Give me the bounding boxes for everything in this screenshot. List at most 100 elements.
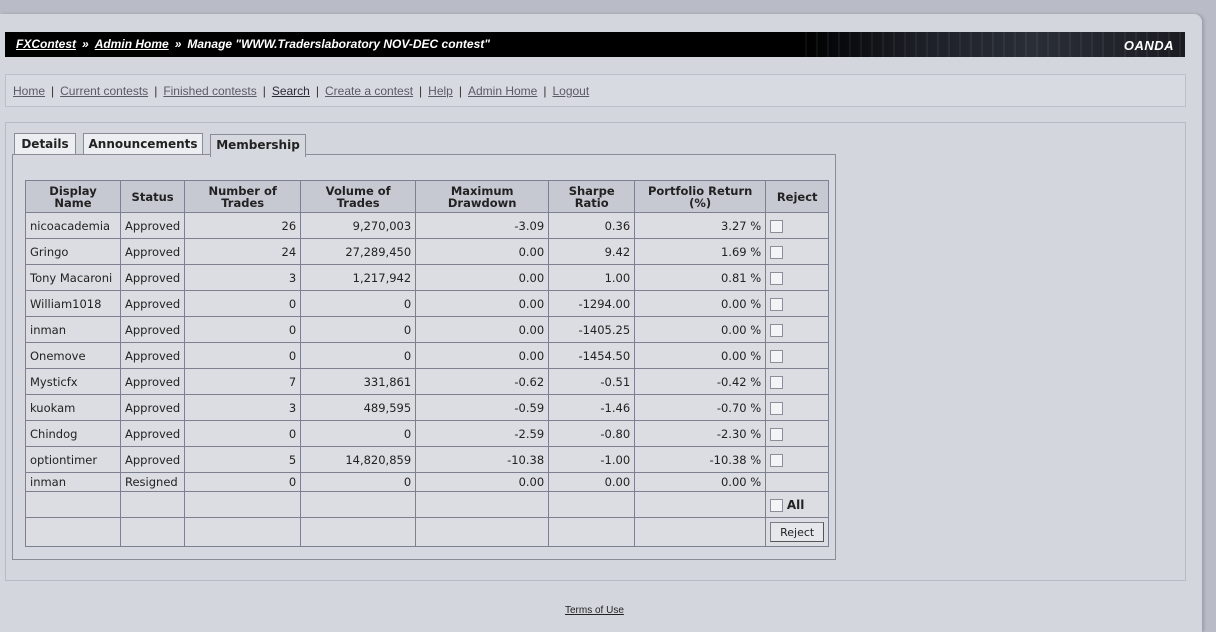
breadcrumb: FXContest » Admin Home » Manage "WWW.Traders… — [16, 37, 490, 51]
table-row: Mysticfx Approved 7 331,861 -0.62 -0.51 -0.42 … — [25, 368, 830, 395]
tab-announcements[interactable]: Announcements — [83, 133, 203, 154]
table-row: Gringo Approved 24 27,289,450 0.00 9.42 1.69 % — [25, 238, 830, 265]
nav-home-link[interactable]: Home — [13, 84, 45, 98]
cell-portfolio-return: -2.30 % — [634, 420, 767, 447]
select-all-cell: All — [765, 491, 830, 518]
cell-reject — [765, 264, 830, 291]
cell-portfolio-return: -10.38 % — [634, 446, 767, 473]
cell-status: Approved — [119, 420, 186, 447]
cell-maximum-drawdown: 0.00 — [415, 472, 550, 492]
breadcrumb-separator: » — [82, 37, 89, 51]
reject-checkbox[interactable] — [770, 297, 784, 311]
nav-search-link[interactable]: Search — [272, 84, 310, 98]
reject-checkbox[interactable] — [770, 375, 784, 389]
nav-separator: | — [419, 84, 423, 98]
cell-sharpe-ratio: -1.46 — [548, 394, 636, 421]
cell-reject — [765, 212, 830, 239]
cell-volume-of-trades: 489,595 — [300, 394, 417, 421]
cell-portfolio-return: 3.27 % — [634, 212, 767, 239]
column-header-display-name: Display Name — [25, 180, 121, 213]
cell-portfolio-return: 0.81 % — [634, 264, 767, 291]
cell-maximum-drawdown: -2.59 — [415, 420, 550, 447]
cell-number-of-trades: 0 — [184, 342, 302, 369]
reject-checkbox[interactable] — [770, 453, 784, 467]
reject-checkbox[interactable] — [770, 349, 784, 363]
cell-status: Approved — [119, 316, 186, 343]
nav-logout-link[interactable]: Logout — [552, 84, 589, 98]
cell-display-name: inman — [25, 472, 121, 492]
reject-checkbox[interactable] — [770, 271, 784, 285]
cell-volume-of-trades: 0 — [300, 316, 417, 343]
select-all-checkbox[interactable] — [770, 498, 784, 512]
cell-status: Approved — [119, 264, 186, 291]
cell-sharpe-ratio: 1.00 — [548, 264, 636, 291]
cell-number-of-trades: 24 — [184, 238, 302, 265]
cell-status: Approved — [119, 342, 186, 369]
reject-button[interactable]: Reject — [770, 522, 825, 542]
cell-maximum-drawdown: 0.00 — [415, 238, 550, 265]
nav-separator: | — [154, 84, 158, 98]
cell-volume-of-trades: 0 — [300, 420, 417, 447]
table-row: Tony Macaroni Approved 3 1,217,942 0.00 1.00 0… — [25, 264, 830, 291]
table-row: nicoacademia Approved 26 9,270,003 -3.09 0.36… — [25, 212, 830, 239]
table-row: optiontimer Approved 5 14,820,859 -10.38 -1.0… — [25, 446, 830, 473]
cell-display-name: Mysticfx — [25, 368, 121, 395]
table-row: inman Approved 0 0 0.00 -1405.25 0.00 % — [25, 316, 830, 343]
cell-sharpe-ratio: -1405.25 — [548, 316, 636, 343]
cell-sharpe-ratio: -1.00 — [548, 446, 636, 473]
cell-volume-of-trades: 0 — [300, 342, 417, 369]
cell-number-of-trades: 26 — [184, 212, 302, 239]
cell-number-of-trades: 0 — [184, 472, 302, 492]
cell-number-of-trades: 5 — [184, 446, 302, 473]
cell-reject — [765, 316, 830, 343]
select-all-label: All — [786, 497, 805, 512]
cell-number-of-trades: 3 — [184, 264, 302, 291]
breadcrumb-fxcontest-link[interactable]: FXContest — [16, 37, 76, 51]
breadcrumb-admin-home-link[interactable]: Admin Home — [95, 37, 169, 51]
breadcrumb-separator: » — [174, 37, 182, 51]
cell-number-of-trades: 0 — [184, 316, 302, 343]
cell-volume-of-trades: 1,217,942 — [300, 264, 417, 291]
cell-portfolio-return: 0.00 % — [634, 290, 767, 317]
nav-admin-home-link[interactable]: Admin Home — [468, 84, 537, 98]
cell-volume-of-trades: 331,861 — [300, 368, 417, 395]
tab-membership[interactable]: Membership — [210, 134, 306, 157]
cell-reject — [765, 394, 830, 421]
cell-sharpe-ratio: -0.80 — [548, 420, 636, 447]
table-header-row: Display Name Status Number of Trades Vol… — [25, 180, 830, 213]
tab-details[interactable]: Details — [14, 133, 76, 154]
terms-of-use-link[interactable]: Terms of Use — [565, 605, 624, 616]
nav-create-contest-link[interactable]: Create a contest — [325, 84, 413, 98]
cell-volume-of-trades: 9,270,003 — [300, 212, 417, 239]
reject-checkbox[interactable] — [770, 219, 784, 233]
membership-table: Display Name Status Number of Trades Vol… — [25, 180, 830, 547]
nav-current-contests-link[interactable]: Current contests — [60, 84, 148, 98]
cell-status: Resigned — [119, 472, 186, 492]
reject-checkbox[interactable] — [770, 245, 784, 259]
cell-sharpe-ratio: -1294.00 — [548, 290, 636, 317]
cell-number-of-trades: 0 — [184, 290, 302, 317]
reject-checkbox[interactable] — [770, 427, 784, 441]
cell-volume-of-trades: 27,289,450 — [300, 238, 417, 265]
title-bar: FXContest » Admin Home » Manage "WWW.Traders… — [5, 32, 1185, 57]
nav-separator: | — [51, 84, 55, 98]
cell-sharpe-ratio: -0.51 — [548, 368, 636, 395]
footer: Terms of Use — [565, 605, 624, 616]
cell-status: Approved — [119, 238, 186, 265]
reject-checkbox[interactable] — [770, 323, 784, 337]
cell-maximum-drawdown: 0.00 — [415, 290, 550, 317]
cell-portfolio-return: -0.70 % — [634, 394, 767, 421]
cell-volume-of-trades: 0 — [300, 290, 417, 317]
cell-display-name: inman — [25, 316, 121, 343]
cell-reject — [765, 420, 830, 447]
column-header-number-of-trades: Number of Trades — [184, 180, 302, 213]
nav-finished-contests-link[interactable]: Finished contests — [163, 84, 256, 98]
cell-display-name: nicoacademia — [25, 212, 121, 239]
cell-maximum-drawdown: 0.00 — [415, 316, 550, 343]
cell-maximum-drawdown: -3.09 — [415, 212, 550, 239]
nav-help-link[interactable]: Help — [428, 84, 453, 98]
select-all-row: All — [25, 491, 830, 518]
cell-status: Approved — [119, 290, 186, 317]
cell-reject — [765, 446, 830, 473]
reject-checkbox[interactable] — [770, 401, 784, 415]
